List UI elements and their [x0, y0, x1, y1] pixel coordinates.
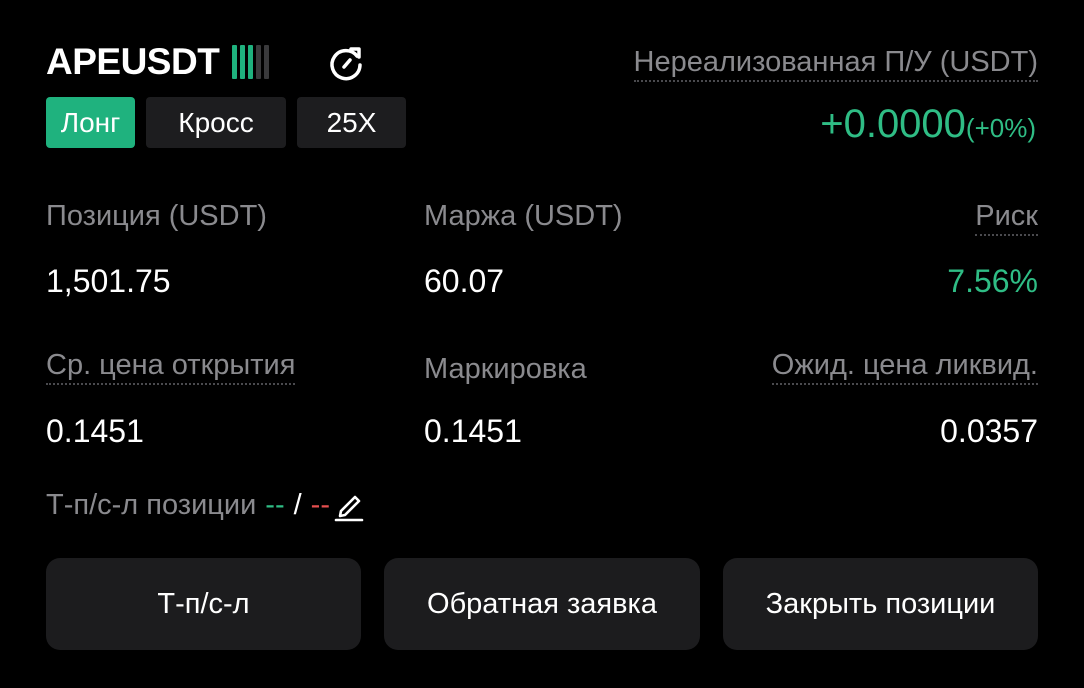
leverage-tag[interactable]: 25X — [297, 97, 406, 148]
signal-strength-icon — [232, 45, 269, 79]
mark-price-value: 0.1451 — [424, 413, 522, 449]
refresh-icon[interactable] — [326, 43, 366, 83]
side-tag: Лонг — [46, 97, 135, 148]
close-position-button[interactable]: Закрыть позиции — [723, 558, 1038, 650]
sl-value: -- — [310, 489, 330, 521]
position-label: Позиция (USDT) — [46, 200, 267, 232]
margin-label: Маржа (USDT) — [424, 200, 623, 232]
strength-bar — [248, 45, 253, 79]
tp-value: -- — [265, 489, 285, 521]
liq-price-label[interactable]: Ожид. цена ликвид. — [771, 347, 1038, 385]
symbol-title: APEUSDT — [46, 41, 220, 82]
tpsl-separator: / — [293, 489, 302, 521]
entry-price-label[interactable]: Ср. цена открытия — [46, 347, 296, 385]
mark-price-label: Маркировка — [424, 353, 587, 385]
risk-value: 7.56% — [947, 263, 1038, 299]
entry-price-label-text: Ср. цена открытия — [46, 349, 296, 385]
margin-mode-tag[interactable]: Кросс — [146, 97, 286, 148]
tpsl-button[interactable]: Т-п/с-л — [46, 558, 361, 650]
entry-price-value: 0.1451 — [46, 413, 144, 449]
liq-price-label-text: Ожид. цена ликвид. — [771, 349, 1038, 385]
risk-label-text: Риск — [975, 200, 1038, 236]
strength-bar — [264, 45, 269, 79]
position-value: 1,501.75 — [46, 263, 171, 299]
liq-price-value: 0.0357 — [940, 413, 1038, 449]
tpsl-label: Т-п/с-л позиции — [46, 489, 257, 521]
margin-value: 60.07 — [424, 263, 505, 299]
tpsl-row: Т-п/с-л позиции -- / -- — [46, 487, 364, 523]
edit-pencil-icon[interactable] — [334, 488, 364, 522]
unrealized-pnl-label[interactable]: Нереализованная П/У (USDT) — [633, 44, 1038, 82]
reverse-order-button[interactable]: Обратная заявка — [384, 558, 700, 650]
strength-bar — [256, 45, 261, 79]
unrealized-pnl-value: +0.0000(+0%) — [820, 100, 1036, 152]
risk-label[interactable]: Риск — [975, 198, 1038, 236]
unrealized-pnl-percent: (+0%) — [965, 113, 1036, 143]
unrealized-pnl-label-text: Нереализованная П/У (USDT) — [633, 46, 1038, 82]
strength-bar — [232, 45, 237, 79]
strength-bar — [240, 45, 245, 79]
unrealized-pnl-amount: +0.0000 — [820, 102, 966, 146]
